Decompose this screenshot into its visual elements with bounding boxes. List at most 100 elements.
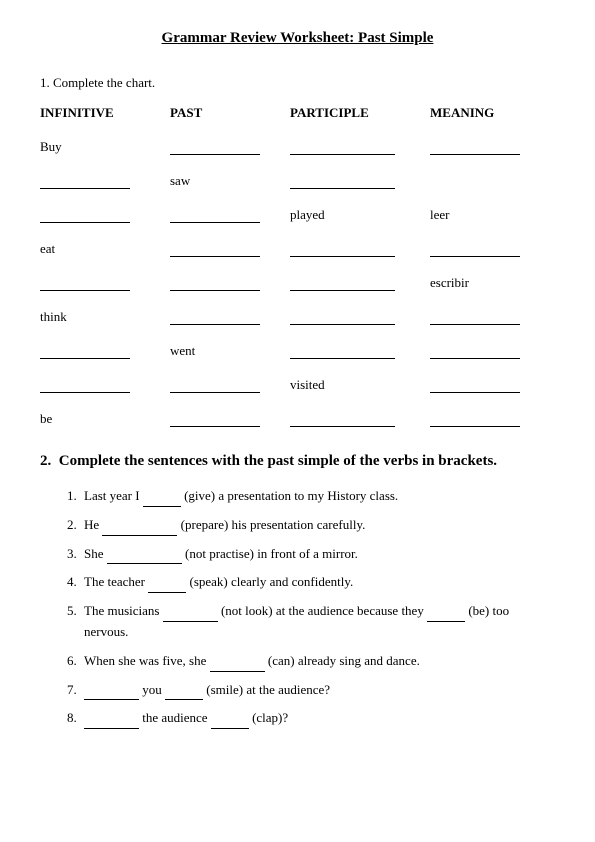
cell-participle: played <box>290 193 430 225</box>
cell-infinitive: be <box>40 397 170 429</box>
line <box>430 324 520 325</box>
word-played: played <box>290 207 430 223</box>
cell-infinitive <box>40 329 170 361</box>
cell-meaning <box>430 125 550 157</box>
blank <box>210 658 265 672</box>
blank <box>148 579 186 593</box>
cell-meaning <box>430 227 550 259</box>
line <box>170 256 260 257</box>
cell-participle <box>290 159 430 191</box>
blank <box>211 715 249 729</box>
blank <box>84 715 139 729</box>
chart-row: think <box>40 295 555 327</box>
line <box>40 392 130 393</box>
line <box>290 290 395 291</box>
cell-infinitive <box>40 159 170 191</box>
cell-participle <box>290 329 430 361</box>
cell-past <box>170 397 290 429</box>
line <box>290 188 395 189</box>
line <box>40 188 130 189</box>
section2-label: 2. Complete the sentences with the past … <box>40 453 555 470</box>
cell-participle <box>290 397 430 429</box>
cell-meaning: leer <box>430 193 550 225</box>
word-went: went <box>170 343 290 359</box>
word-saw: saw <box>170 173 290 189</box>
chart-row: Buy <box>40 125 555 157</box>
line <box>290 426 395 427</box>
line <box>40 358 130 359</box>
line <box>170 426 260 427</box>
cell-meaning <box>430 159 550 191</box>
cell-past <box>170 193 290 225</box>
blank <box>102 522 177 536</box>
blank <box>427 608 465 622</box>
line <box>430 256 520 257</box>
chart-row: be <box>40 397 555 429</box>
word-eat: eat <box>40 241 170 257</box>
list-item: He (prepare) his presentation carefully. <box>80 515 555 536</box>
cell-past <box>170 227 290 259</box>
page-title: Grammar Review Worksheet: Past Simple <box>40 30 555 47</box>
cell-past <box>170 125 290 157</box>
cell-infinitive <box>40 193 170 225</box>
cell-meaning <box>430 397 550 429</box>
line <box>430 392 520 393</box>
word-buy: Buy <box>40 139 170 155</box>
header-participle: PARTICIPLE <box>290 105 430 121</box>
blank <box>165 686 203 700</box>
line <box>40 290 130 291</box>
chart-headers: INFINITIVE PAST PARTICIPLE MEANING <box>40 105 555 121</box>
chart-row: went <box>40 329 555 361</box>
cell-participle <box>290 227 430 259</box>
chart-row: escribir <box>40 261 555 293</box>
line <box>170 222 260 223</box>
line <box>290 324 395 325</box>
line <box>40 222 130 223</box>
cell-infinitive <box>40 261 170 293</box>
cell-meaning <box>430 363 550 395</box>
list-item: the audience (clap)? <box>80 708 555 729</box>
header-meaning: MEANING <box>430 105 550 121</box>
cell-participle <box>290 125 430 157</box>
cell-meaning <box>430 329 550 361</box>
cell-past <box>170 295 290 327</box>
word-escribir: escribir <box>430 275 550 291</box>
word-leer: leer <box>430 207 550 223</box>
list-item: The musicians (not look) at the audience… <box>80 601 555 643</box>
line <box>430 358 520 359</box>
line <box>430 426 520 427</box>
cell-past: went <box>170 329 290 361</box>
list-item: When she was five, she (can) already sin… <box>80 651 555 672</box>
cell-participle <box>290 295 430 327</box>
blank <box>143 493 181 507</box>
line <box>170 154 260 155</box>
section1-container: 1. Complete the chart. INFINITIVE PAST P… <box>40 75 555 429</box>
list-item: She (not practise) in front of a mirror. <box>80 544 555 565</box>
list-item: Last year I (give) a presentation to my … <box>80 486 555 507</box>
header-infinitive: INFINITIVE <box>40 105 170 121</box>
section2-container: 2. Complete the sentences with the past … <box>40 453 555 729</box>
header-past: PAST <box>170 105 290 121</box>
cell-infinitive: eat <box>40 227 170 259</box>
chart-row: played leer <box>40 193 555 225</box>
list-item: you (smile) at the audience? <box>80 680 555 701</box>
cell-meaning <box>430 295 550 327</box>
line <box>170 324 260 325</box>
cell-infinitive: think <box>40 295 170 327</box>
cell-infinitive <box>40 363 170 395</box>
cell-participle: visited <box>290 363 430 395</box>
line <box>170 290 260 291</box>
word-think: think <box>40 309 170 325</box>
sentences-list: Last year I (give) a presentation to my … <box>40 486 555 729</box>
cell-past <box>170 363 290 395</box>
line <box>290 256 395 257</box>
section1-label: 1. Complete the chart. <box>40 75 555 91</box>
word-be: be <box>40 411 170 427</box>
blank <box>163 608 218 622</box>
line <box>430 154 520 155</box>
cell-participle <box>290 261 430 293</box>
chart-row: visited <box>40 363 555 395</box>
cell-meaning: escribir <box>430 261 550 293</box>
list-item: The teacher (speak) clearly and confiden… <box>80 572 555 593</box>
line <box>290 358 395 359</box>
